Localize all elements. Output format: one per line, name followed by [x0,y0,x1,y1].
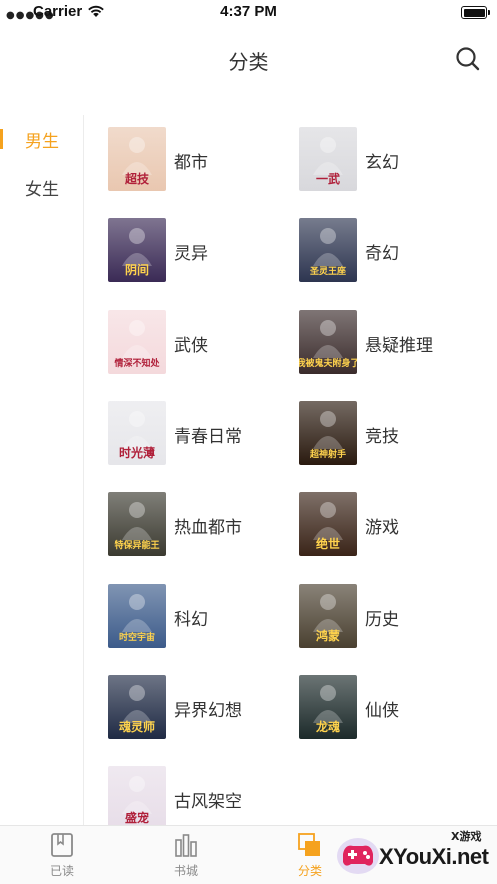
book-cover-image: 时空宇宙 [108,584,166,648]
book-cover-image: 一武 [299,127,357,191]
category-item[interactable]: 时空宇宙 科幻 [108,584,288,648]
sidebar-item-female[interactable]: 女生 [0,163,83,211]
book-cover-image: 龙魂 [299,675,357,739]
cover-title-text: 盛宠 [125,810,149,825]
category-label: 青春日常 [174,427,242,447]
tab-bookstore[interactable]: 书城 [124,826,248,884]
book-cover-image: 绝世 [299,492,357,556]
book-icon [51,833,73,857]
tab-label: 已读 [49,864,74,878]
tab-label: 书城 [173,864,198,878]
category-label: 仙侠 [365,701,399,721]
cover-title-text: 鸿蒙 [316,628,340,643]
book-cover-image: 圣灵王座 [299,218,357,282]
category-item[interactable]: 鸿蒙 历史 [299,584,479,648]
category-item[interactable]: 盛宠 古风架空 [108,766,288,830]
tab-read[interactable]: 已读 [0,826,124,884]
category-label: 历史 [365,610,399,630]
category-item[interactable]: 阴间 灵异 [108,218,288,282]
category-item[interactable]: 特保异能王 热血都市 [108,492,288,556]
cover-title-text: 超技 [124,171,150,186]
book-cover-image: 我被鬼夫附身了 [299,310,357,374]
search-icon[interactable] [455,46,481,72]
page-title: 分类 [228,50,269,74]
category-item[interactable]: 绝世 游戏 [299,492,479,556]
category-label: 玄幻 [365,153,399,173]
watermark-tag: X游戏 [451,830,482,843]
book-cover-image: 魂灵师 [108,675,166,739]
gender-sidebar: 男生 女生 [0,115,84,825]
watermark-text: XYouXi.net [379,844,489,869]
cover-title-text: 超神射手 [309,448,346,460]
cover-title-text: 时光薄 [119,445,155,460]
cover-title-text: 一武 [316,171,340,186]
watermark: X游戏 XYouXi.net [333,826,497,883]
category-item[interactable]: 圣灵王座 奇幻 [299,218,479,282]
book-cover-image: 超神射手 [299,401,357,465]
battery-icon [461,6,490,19]
cover-title-text: 我被鬼夫附身了 [299,357,357,369]
sidebar-item-label: 女生 [25,180,59,200]
book-cover-image: 阴间 [108,218,166,282]
book-cover-image: 时光薄 [108,401,166,465]
category-label: 武侠 [174,336,208,356]
cover-title-text: 时空宇宙 [119,631,155,643]
category-item[interactable]: 超技 都市 [108,127,288,191]
category-icon [298,833,320,856]
status-bar: ●●●●● Carrier 4:37 PM [0,0,497,26]
cover-title-text: 情深不知处 [113,357,160,369]
cover-title-text: 特保异能王 [114,539,159,551]
category-label: 奇幻 [365,244,399,264]
book-cover-image: 鸿蒙 [299,584,357,648]
category-label: 都市 [174,153,208,173]
active-indicator [0,129,3,149]
category-item[interactable]: 魂灵师 异界幻想 [108,675,288,739]
category-item[interactable]: 龙魂 仙侠 [299,675,479,739]
category-item[interactable]: 我被鬼夫附身了 悬疑推理 [299,310,479,374]
category-label: 热血都市 [174,518,242,538]
sidebar-item-male[interactable]: 男生 [0,115,83,163]
cover-title-text: 阴间 [125,262,149,277]
gamepad-logo-icon [337,838,379,874]
cover-title-text: 绝世 [316,536,340,551]
category-item[interactable]: 情深不知处 武侠 [108,310,288,374]
cover-title-text: 圣灵王座 [310,265,346,277]
clock: 4:37 PM [220,3,277,20]
book-cover-image: 情深不知处 [108,310,166,374]
category-label: 游戏 [365,518,399,538]
book-cover-image: 盛宠 [108,766,166,830]
category-label: 竞技 [365,427,399,447]
nav-bar: 分类 [0,26,497,90]
category-label: 悬疑推理 [365,336,433,356]
category-item[interactable]: 超神射手 竞技 [299,401,479,465]
cover-title-text: 龙魂 [316,719,340,734]
category-item[interactable]: 一武 玄幻 [299,127,479,191]
category-item[interactable]: 时光薄 青春日常 [108,401,288,465]
category-label: 灵异 [174,244,208,264]
book-cover-image: 超技 [108,127,166,191]
sidebar-item-label: 男生 [25,132,59,152]
bookshelf-icon [175,834,197,857]
cover-title-text: 魂灵师 [119,719,155,734]
category-label: 古风架空 [174,792,242,812]
book-cover-image: 特保异能王 [108,492,166,556]
category-label: 科幻 [174,610,208,630]
category-label: 异界幻想 [174,701,242,721]
